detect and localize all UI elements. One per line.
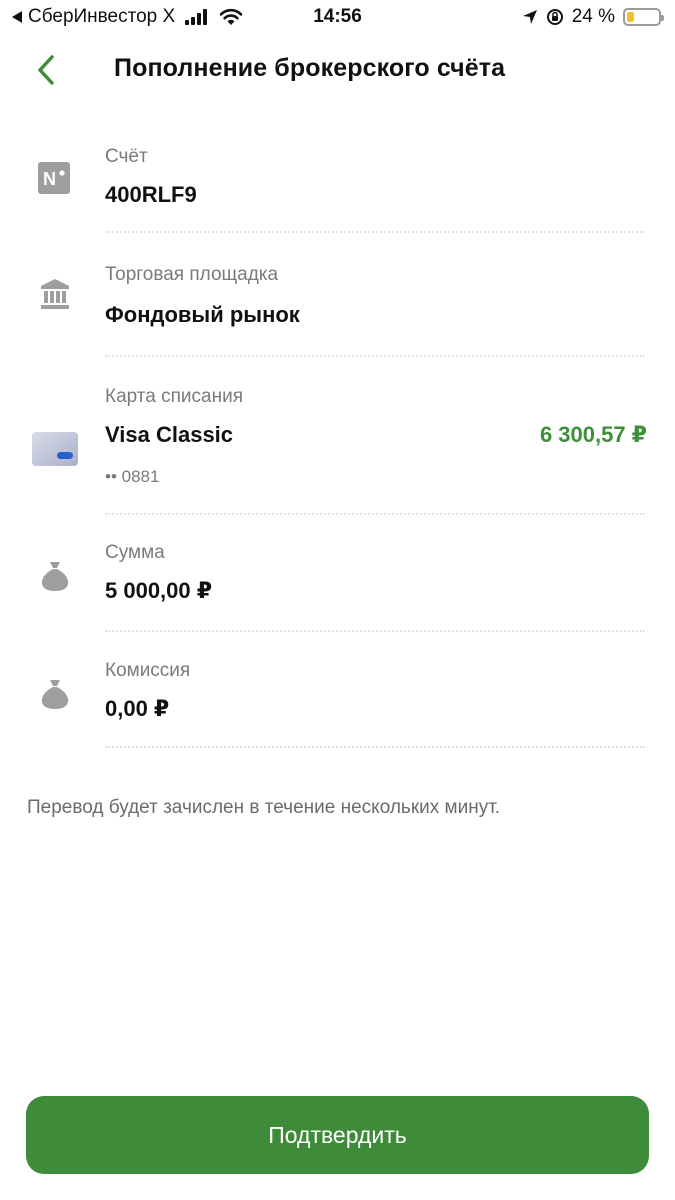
money-bag-icon xyxy=(40,560,70,597)
account-row[interactable]: N Счёт 400RLF9 xyxy=(0,140,675,236)
location-arrow-icon xyxy=(522,10,537,24)
commission-value: 0,00 ₽ xyxy=(105,696,170,721)
battery-icon xyxy=(623,8,664,26)
divider xyxy=(105,746,645,748)
confirm-button[interactable]: Подтвердить xyxy=(26,1096,649,1174)
back-to-app[interactable]: СберИнвестор X xyxy=(12,6,243,28)
battery-percent: 24 % xyxy=(571,6,615,27)
cellular-signal-icon xyxy=(185,9,208,25)
screen: СберИнвестор X 14:56 24 % Пополнение бро… xyxy=(0,0,675,1200)
header: Пополнение брокерского счёта xyxy=(0,44,675,96)
card-balance: 6 300,57 ₽ xyxy=(539,422,647,447)
divider xyxy=(105,355,645,357)
amount-label: Сумма xyxy=(105,542,165,563)
status-bar: СберИнвестор X 14:56 24 % xyxy=(0,0,675,36)
number-sign-icon: N xyxy=(38,162,70,199)
page-title: Пополнение брокерского счёта xyxy=(114,54,506,82)
back-triangle-icon xyxy=(12,11,22,23)
amount-value: 5 000,00 ₽ xyxy=(105,578,213,603)
card-row[interactable]: Карта списания Visa Classic 6 300,57 ₽ •… xyxy=(0,382,675,516)
divider xyxy=(105,630,645,632)
account-label: Счёт xyxy=(105,146,148,167)
back-app-name: СберИнвестор X xyxy=(28,6,176,27)
bank-card-icon xyxy=(32,432,78,471)
money-bag-icon xyxy=(40,678,70,715)
orientation-lock-icon xyxy=(546,9,563,25)
status-right: 24 % xyxy=(522,6,664,28)
market-value: Фондовый рынок xyxy=(105,302,300,327)
battery-fill xyxy=(627,12,635,22)
card-number-masked: •• 0881 xyxy=(105,467,160,486)
transfer-note: Перевод будет зачислен в течение несколь… xyxy=(27,797,501,818)
market-label: Торговая площадка xyxy=(105,264,279,285)
divider xyxy=(105,513,645,515)
back-button[interactable] xyxy=(26,50,66,90)
commission-row: Комиссия 0,00 ₽ xyxy=(0,658,675,752)
wifi-icon xyxy=(219,8,243,25)
card-name: Visa Classic xyxy=(105,422,234,447)
chevron-left-icon xyxy=(38,55,54,85)
amount-row[interactable]: Сумма 5 000,00 ₽ xyxy=(0,540,675,634)
account-value: 400RLF9 xyxy=(105,182,197,207)
divider xyxy=(105,231,645,233)
card-label: Карта списания xyxy=(105,386,243,407)
market-row[interactable]: Торговая площадка Фондовый рынок xyxy=(0,258,675,358)
svg-text:N: N xyxy=(43,169,56,189)
commission-label: Комиссия xyxy=(105,660,191,681)
bank-building-icon xyxy=(40,278,70,315)
